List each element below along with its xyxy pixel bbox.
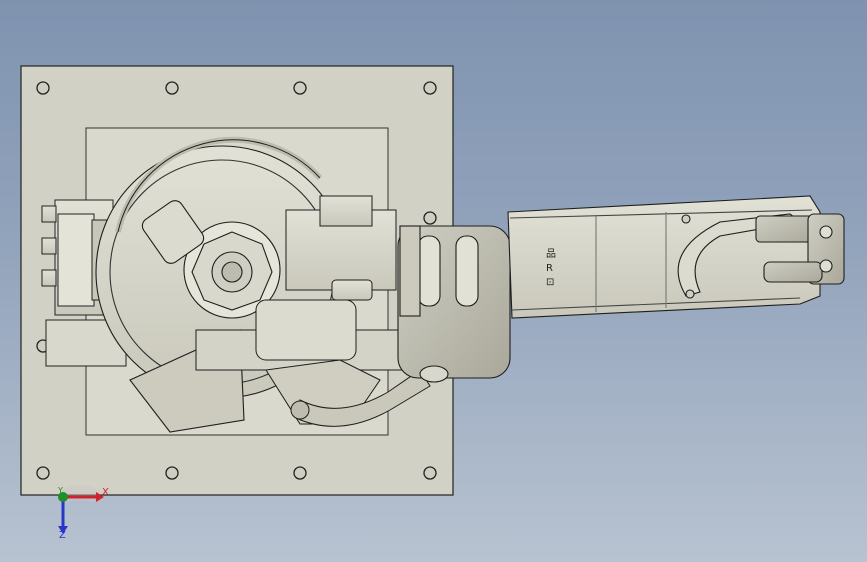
marking-1: 品 xyxy=(546,248,556,260)
marking-3: ⊡ xyxy=(546,277,554,288)
elbow-joint[interactable] xyxy=(397,225,511,383)
marking-2: R xyxy=(546,263,553,274)
y-axis-label: Y xyxy=(58,486,63,495)
x-axis-label: X xyxy=(102,487,109,498)
cad-viewport[interactable]: 品 R ⊡ X Y Z xyxy=(0,0,867,562)
z-axis-label: Z xyxy=(59,530,66,541)
robot-assembly-model[interactable]: 品 R ⊡ xyxy=(0,0,867,562)
